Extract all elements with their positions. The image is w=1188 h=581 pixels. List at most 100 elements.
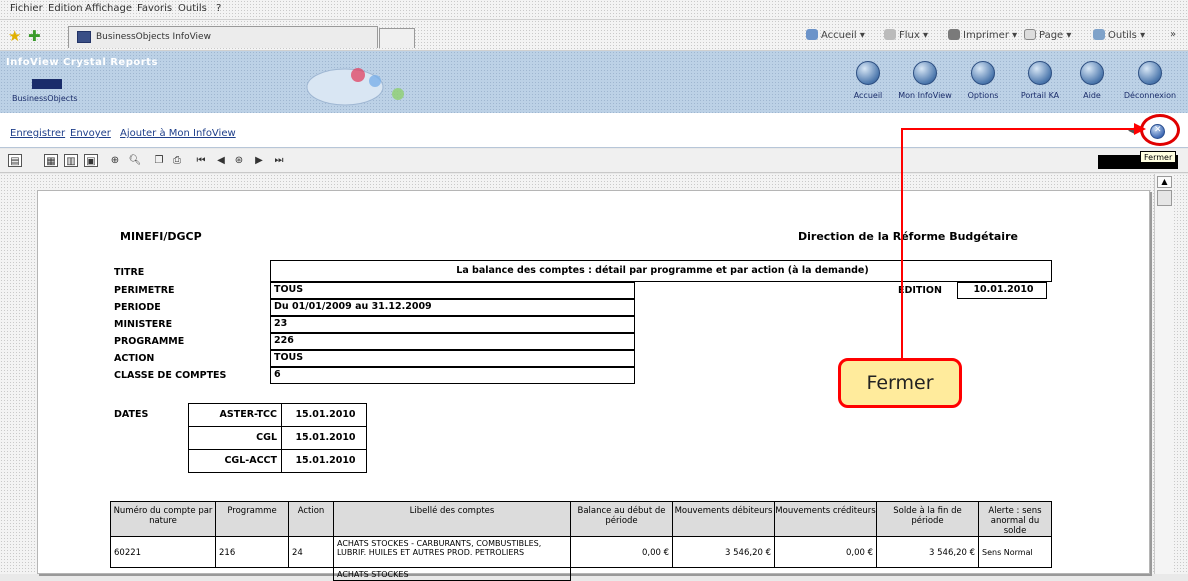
goto-page-icon[interactable]: ⊛ xyxy=(232,154,246,167)
fermer-callout: Fermer xyxy=(838,358,962,408)
cell-debit: 3 546,20 € xyxy=(672,536,775,568)
dates-source-3: CGL-ACCT xyxy=(188,449,282,473)
report-toolbar: ▤ ▦ ▥ ▣ ⊕ 🔍︎ ❐ ⎙ ⏮ ◀ ⊛ ▶ ⏭ xyxy=(0,149,1188,173)
copy-icon[interactable]: ❐ xyxy=(152,154,166,167)
vertical-scrollbar[interactable]: ▲ xyxy=(1154,174,1174,574)
titre-value: La balance des comptes : détail par prog… xyxy=(270,260,1052,282)
favorites-star-icon[interactable]: ★ xyxy=(8,27,21,45)
export-icon[interactable]: ▤ xyxy=(8,154,22,167)
action-value: TOUS xyxy=(270,350,635,367)
menu-fichier[interactable]: Fichier xyxy=(10,3,43,14)
col-header-alerte: Alerte : sens anormal du solde xyxy=(978,501,1052,537)
menu-edition[interactable]: Edition xyxy=(48,3,83,14)
action-label: ACTION xyxy=(114,353,155,364)
titre-label: TITRE xyxy=(114,267,145,278)
previous-page-icon[interactable]: ◀ xyxy=(214,154,228,167)
browser-toolbar: ★ ✚ BusinessObjects InfoView Accueil ▾ F… xyxy=(0,19,1188,51)
dates-source-1: ASTER-TCC xyxy=(188,403,282,427)
cell-debut: 0,00 € xyxy=(570,536,673,568)
print-button[interactable]: Imprimer ▾ xyxy=(948,29,1017,41)
col-header-libelle: Libellé des comptes xyxy=(333,501,571,537)
nav-aide[interactable]: Aide xyxy=(1062,61,1122,100)
perimetre-label: PERIMETRE xyxy=(114,285,175,296)
dates-source-2: CGL xyxy=(188,426,282,450)
cell-libelle: ACHATS STOCKES - CARBURANTS, COMBUSTIBLE… xyxy=(333,536,571,568)
edition-label: EDITION xyxy=(898,285,942,296)
home-icon xyxy=(856,61,880,85)
back-arrow-icon[interactable]: ◂ xyxy=(1128,123,1135,138)
browser-tab[interactable]: BusinessObjects InfoView xyxy=(68,26,378,48)
periode-value: Du 01/01/2009 au 31.12.2009 xyxy=(270,299,635,316)
page-icon xyxy=(1024,29,1036,40)
periode-label: PERIODE xyxy=(114,302,161,313)
feeds-icon xyxy=(884,29,896,40)
options-icon xyxy=(971,61,995,85)
menu-affichage[interactable]: Affichage xyxy=(85,3,132,14)
next-page-icon[interactable]: ▶ xyxy=(252,154,266,167)
ministere-value: 23 xyxy=(270,316,635,333)
home-button[interactable]: Accueil ▾ xyxy=(806,29,865,41)
perimetre-value: TOUS xyxy=(270,282,635,299)
save-link[interactable]: Enregistrer xyxy=(10,128,65,139)
scroll-thumb[interactable] xyxy=(1157,190,1172,206)
menu-outils[interactable]: Outils xyxy=(178,3,207,14)
report-viewer: MINEFI/DGCP Direction de la Réforme Budg… xyxy=(0,174,1188,581)
logout-icon xyxy=(1138,61,1162,85)
cell-libelle-2: ACHATS STOCKES xyxy=(333,567,571,581)
action-bar: Enregistrer Envoyer Ajouter à Mon InfoVi… xyxy=(0,113,1188,148)
nav-mon-infoview[interactable]: Mon InfoView xyxy=(895,61,955,100)
help-icon xyxy=(1080,61,1104,85)
menu-bar: Fichier Edition Affichage Favoris Outils… xyxy=(0,0,1188,19)
zoom-icon[interactable]: ⊕ xyxy=(108,154,122,167)
first-page-icon[interactable]: ⏮ xyxy=(194,154,208,167)
portal-icon xyxy=(1028,61,1052,85)
search-icon[interactable]: 🔍︎ xyxy=(128,154,142,167)
programme-label: PROGRAMME xyxy=(114,336,185,347)
nav-accueil[interactable]: Accueil xyxy=(838,61,898,100)
nav-portail-ka[interactable]: Portail KA xyxy=(1010,61,1070,100)
decorative-swirl-graphic xyxy=(306,68,404,106)
tab-title: BusinessObjects InfoView xyxy=(96,32,211,42)
dates-label: DATES xyxy=(114,409,149,420)
nav-deconnexion[interactable]: Déconnexion xyxy=(1120,61,1180,100)
send-link[interactable]: Envoyer xyxy=(70,128,111,139)
page-button[interactable]: Page ▾ xyxy=(1024,29,1071,41)
add-favorites-icon[interactable]: ✚ xyxy=(28,27,41,45)
menu-favoris[interactable]: Favoris xyxy=(137,3,172,14)
scroll-up-icon[interactable]: ▲ xyxy=(1157,176,1172,188)
app-name: InfoView Crystal Reports xyxy=(6,57,158,68)
bo-header: InfoView Crystal Reports BusinessObjects… xyxy=(0,51,1188,113)
close-tooltip: Fermer xyxy=(1140,151,1177,163)
nav-options[interactable]: Options xyxy=(953,61,1013,100)
home-icon xyxy=(806,29,818,40)
dates-date-1: 15.01.2010 xyxy=(281,403,367,427)
last-page-icon[interactable]: ⏭ xyxy=(272,154,286,167)
add-to-infoview-link[interactable]: Ajouter à Mon InfoView xyxy=(120,128,236,139)
programme-value: 226 xyxy=(270,333,635,350)
tools-button[interactable]: Outils ▾ xyxy=(1093,29,1145,41)
col-header-fin: Solde à la fin de période xyxy=(876,501,979,537)
toolbar-overflow-chevron[interactable]: » xyxy=(1170,29,1176,40)
new-tab-button[interactable] xyxy=(379,28,415,48)
highlight-circle xyxy=(1140,114,1180,146)
col-header-debut: Balance au début de période xyxy=(570,501,673,537)
classe-value: 6 xyxy=(270,367,635,384)
classe-label: CLASSE DE COMPTES xyxy=(114,370,227,381)
page-view-icon[interactable]: ▥ xyxy=(64,154,78,167)
cell-fin: 3 546,20 € xyxy=(876,536,979,568)
businessobjects-tab-icon xyxy=(77,31,91,43)
print-layout-icon[interactable]: ▣ xyxy=(84,154,98,167)
cell-credit: 0,00 € xyxy=(774,536,877,568)
col-header-programme: Programme xyxy=(215,501,289,537)
businessobjects-logo-mark xyxy=(32,79,62,89)
ministere-label: MINISTERE xyxy=(114,319,173,330)
edition-value: 10.01.2010 xyxy=(957,282,1047,299)
cell-compte: 60221 xyxy=(110,536,216,568)
col-header-action: Action xyxy=(288,501,334,537)
group-tree-icon[interactable]: ▦ xyxy=(44,154,58,167)
print-icon[interactable]: ⎙ xyxy=(170,154,184,167)
col-header-debit: Mouvements débiteurs xyxy=(672,501,775,537)
menu-help[interactable]: ? xyxy=(216,3,221,14)
dates-date-2: 15.01.2010 xyxy=(281,426,367,450)
feeds-button[interactable]: Flux ▾ xyxy=(884,29,928,41)
